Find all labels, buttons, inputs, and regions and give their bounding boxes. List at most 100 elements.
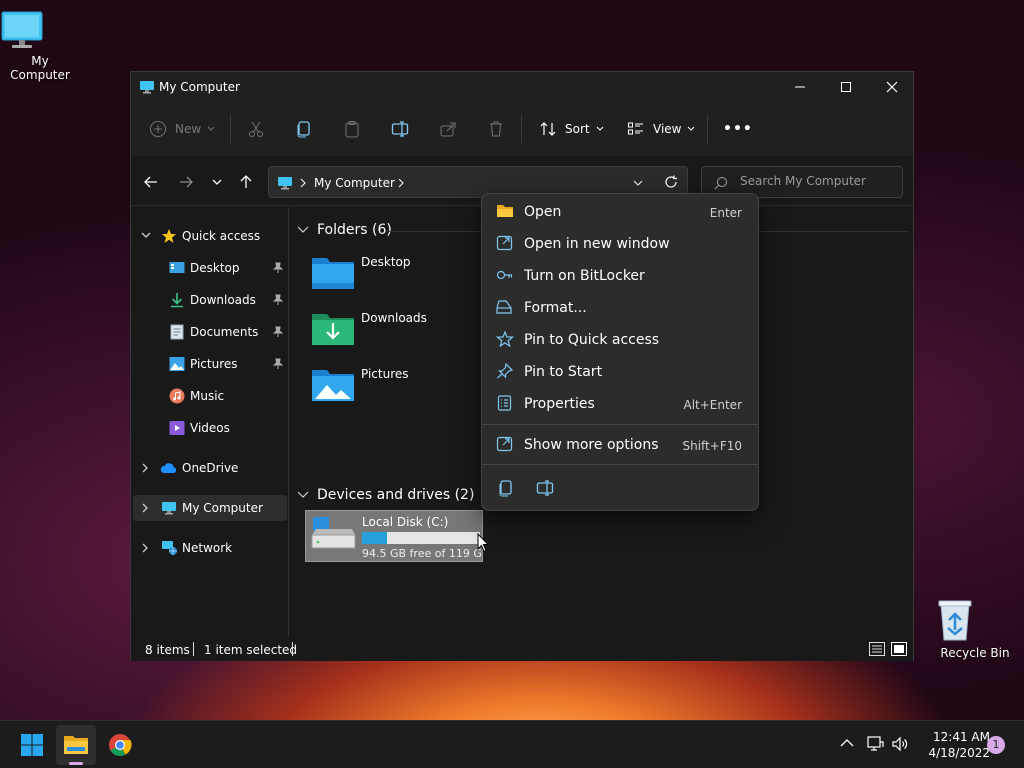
notification-badge[interactable]: 1 bbox=[987, 736, 1005, 754]
sidebar-item-desktop[interactable]: Desktop bbox=[133, 255, 287, 281]
menu-item-open[interactable]: Open Enter bbox=[486, 197, 754, 227]
format-drive-icon bbox=[496, 299, 514, 315]
desktop-folder-icon bbox=[169, 261, 185, 275]
devices-group-header[interactable]: Devices and drives (2) bbox=[297, 487, 474, 503]
sidebar-item-downloads[interactable]: Downloads bbox=[133, 287, 287, 313]
large-icons-view-button[interactable] bbox=[891, 642, 907, 656]
menu-item-label: Format... bbox=[524, 300, 587, 316]
menu-item-properties[interactable]: Properties Alt+Enter bbox=[486, 389, 754, 419]
group-title: Devices and drives (2) bbox=[317, 487, 475, 503]
sidebar-item-label: Desktop bbox=[190, 261, 240, 275]
folder-desktop[interactable]: Desktop bbox=[309, 253, 469, 299]
chevron-right-icon[interactable] bbox=[141, 463, 149, 473]
back-button[interactable] bbox=[139, 170, 163, 194]
sidebar-item-videos[interactable]: Videos bbox=[133, 415, 287, 441]
sidebar-item-label: My Computer bbox=[182, 501, 263, 515]
sidebar-item-my-computer[interactable]: My Computer bbox=[133, 495, 287, 521]
folder-downloads[interactable]: Downloads bbox=[309, 309, 469, 355]
pin-icon bbox=[273, 326, 283, 338]
address-path: My Computer bbox=[314, 176, 395, 190]
menu-item-shortcut: Shift+F10 bbox=[682, 439, 742, 453]
rename-icon[interactable] bbox=[536, 479, 554, 497]
sidebar-item-label: OneDrive bbox=[182, 461, 239, 475]
start-button[interactable] bbox=[12, 725, 52, 765]
desktop-icon-my-computer[interactable]: My Computer bbox=[0, 10, 80, 82]
menu-item-open-in-new-window[interactable]: Open in new window bbox=[486, 229, 754, 259]
forward-button[interactable] bbox=[174, 170, 198, 194]
view-label: View bbox=[653, 122, 682, 136]
view-button[interactable]: View bbox=[627, 116, 695, 142]
sidebar-item-documents[interactable]: Documents bbox=[133, 319, 287, 345]
folder-pictures[interactable]: Pictures bbox=[309, 365, 469, 411]
minimize-button[interactable] bbox=[777, 72, 823, 102]
menu-item-label: Pin to Quick access bbox=[524, 332, 660, 348]
rename-button[interactable] bbox=[391, 116, 409, 142]
folders-group-header[interactable]: Folders (6) bbox=[297, 222, 392, 238]
group-title: Folders (6) bbox=[317, 222, 392, 238]
paste-button[interactable] bbox=[343, 116, 361, 142]
sort-button[interactable]: Sort bbox=[539, 116, 604, 142]
sidebar-item-network[interactable]: Network bbox=[133, 535, 287, 561]
maximize-button[interactable] bbox=[823, 72, 869, 102]
chevron-down-icon[interactable] bbox=[141, 232, 151, 240]
chevron-right-icon[interactable] bbox=[141, 543, 149, 553]
copy-icon[interactable] bbox=[497, 479, 515, 497]
menu-item-label: Properties bbox=[524, 396, 595, 412]
copy-button[interactable] bbox=[295, 116, 313, 142]
more-options-button[interactable]: ••• bbox=[723, 116, 753, 142]
mouse-cursor-icon bbox=[477, 533, 489, 553]
sort-label: Sort bbox=[565, 122, 590, 136]
scissors-icon bbox=[247, 120, 265, 138]
sidebar-item-music[interactable]: Music bbox=[133, 383, 287, 409]
status-bar: 8 items 1 item selected bbox=[131, 637, 913, 661]
details-view-button[interactable] bbox=[869, 642, 885, 656]
chevron-right-icon[interactable] bbox=[141, 503, 149, 513]
chevron-down-icon bbox=[297, 226, 309, 234]
chevron-up-icon[interactable] bbox=[840, 738, 854, 748]
item-count: 8 items bbox=[145, 643, 190, 657]
folder-pictures-icon bbox=[311, 365, 355, 403]
menu-item-pin-to-quick-access[interactable]: Pin to Quick access bbox=[486, 325, 754, 355]
menu-item-label: Pin to Start bbox=[524, 364, 603, 380]
drive-name: Local Disk (C:) bbox=[362, 515, 449, 529]
desktop-icon-recycle-bin[interactable]: Recycle Bin bbox=[935, 598, 1015, 660]
sidebar-item-label: Videos bbox=[190, 421, 230, 435]
sidebar-item-onedrive[interactable]: OneDrive bbox=[133, 455, 287, 481]
menu-item-format[interactable]: Format... bbox=[486, 293, 754, 323]
star-outline-icon bbox=[496, 331, 514, 347]
close-button[interactable] bbox=[869, 72, 915, 102]
network-status-icon[interactable] bbox=[866, 735, 884, 753]
drive-local-disk-c[interactable]: Local Disk (C:) 94.5 GB free of 119 GB bbox=[305, 510, 483, 562]
menu-item-turn-on-bitlocker[interactable]: Turn on BitLocker bbox=[486, 261, 754, 291]
pin-icon bbox=[496, 363, 514, 379]
cut-button[interactable] bbox=[247, 116, 265, 142]
recent-locations-button[interactable] bbox=[205, 170, 229, 194]
pin-icon bbox=[273, 262, 283, 274]
drive-usage-bar bbox=[362, 532, 480, 544]
taskbar-chrome[interactable] bbox=[100, 725, 140, 765]
sidebar-item-pictures[interactable]: Pictures bbox=[133, 351, 287, 377]
menu-item-pin-to-start[interactable]: Pin to Start bbox=[486, 357, 754, 387]
new-button[interactable]: New bbox=[149, 116, 215, 142]
share-icon bbox=[439, 120, 457, 138]
chevron-down-icon[interactable] bbox=[633, 178, 643, 188]
title-bar[interactable]: My Computer bbox=[131, 72, 913, 102]
menu-item-show-more-options[interactable]: Show more options Shift+F10 bbox=[486, 430, 754, 460]
search-input[interactable] bbox=[740, 174, 895, 188]
volume-icon[interactable] bbox=[891, 735, 909, 753]
network-icon bbox=[161, 540, 177, 556]
context-menu: Open Enter Open in new window Turn on Bi… bbox=[481, 193, 759, 511]
download-icon bbox=[169, 292, 185, 308]
share-button[interactable] bbox=[439, 116, 457, 142]
taskbar: 12:41 AM 4/18/2022 1 bbox=[0, 720, 1024, 768]
taskbar-file-explorer[interactable] bbox=[56, 725, 96, 765]
up-button[interactable] bbox=[234, 170, 258, 194]
taskbar-clock[interactable]: 12:41 AM 4/18/2022 bbox=[914, 729, 990, 761]
sidebar-item-label: Quick access bbox=[182, 229, 261, 243]
refresh-icon[interactable] bbox=[664, 175, 678, 189]
sidebar-item-quick-access[interactable]: Quick access bbox=[133, 223, 287, 249]
pin-icon bbox=[273, 358, 283, 370]
chevron-down-icon bbox=[596, 125, 604, 133]
delete-button[interactable] bbox=[487, 116, 505, 142]
selection-count: 1 item selected bbox=[204, 643, 298, 657]
